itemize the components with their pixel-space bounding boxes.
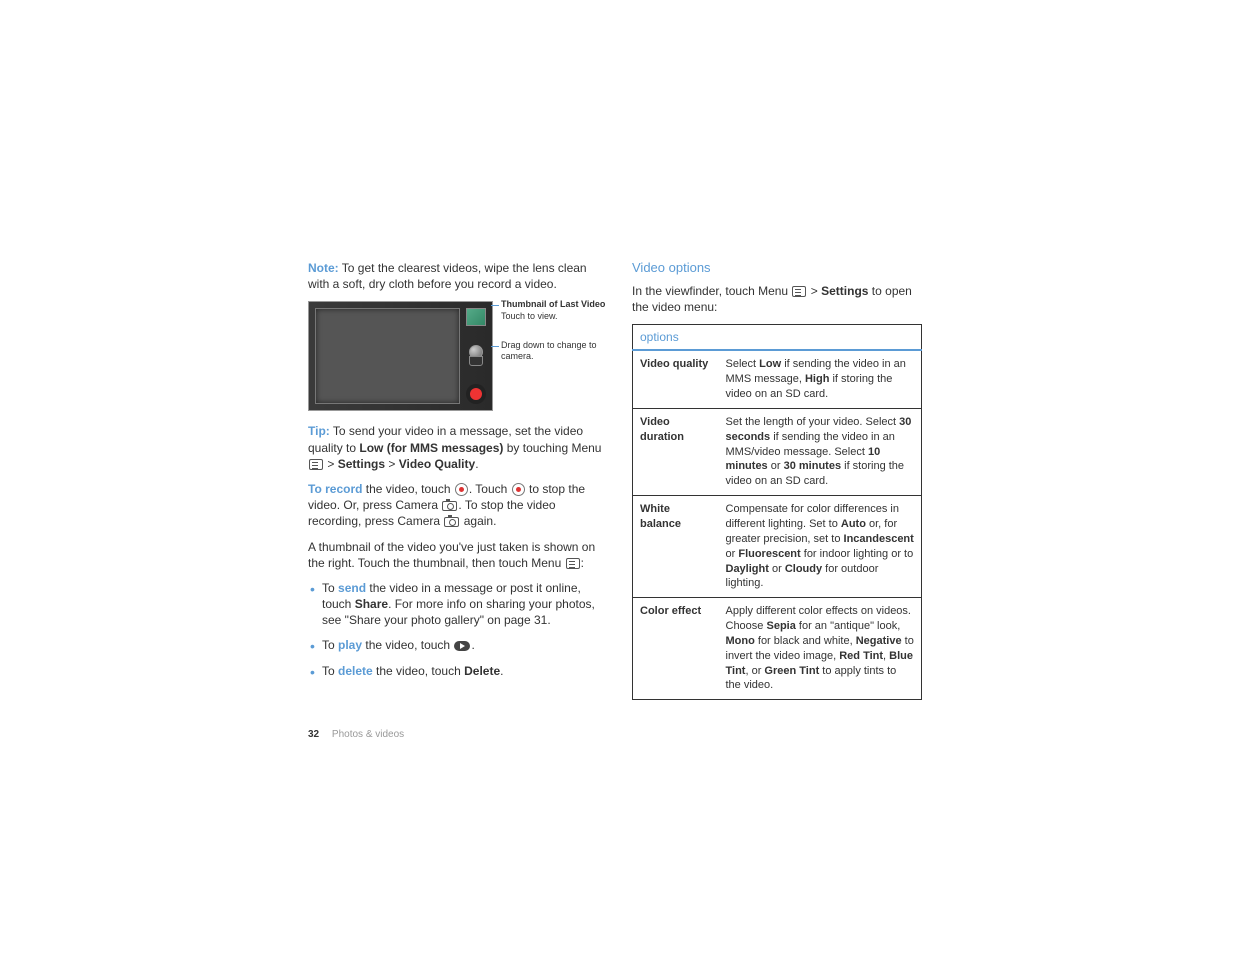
callout-thumbnail-title: Thumbnail of Last Video <box>501 299 605 309</box>
camera-icon <box>444 517 459 527</box>
table-row: Video quality Select Low if sending the … <box>633 350 922 408</box>
menu-icon <box>566 558 580 569</box>
record-paragraph: To record the video, touch . Touch to st… <box>308 481 608 530</box>
menu-icon <box>792 286 806 297</box>
play-icon <box>454 641 470 651</box>
page-footer: 32 Photos & videos <box>308 729 404 740</box>
viewfinder-figure: Thumbnail of Last Video Touch to view. D… <box>308 301 608 411</box>
thumbnail-paragraph: A thumbnail of the video you've just tak… <box>308 539 608 571</box>
menu-icon <box>309 459 323 470</box>
callout-slider: Drag down to change to camera. <box>501 340 597 361</box>
option-name: Color effect <box>633 598 719 700</box>
note-text: To get the clearest videos, wipe the len… <box>308 261 587 291</box>
note-paragraph: Note: To get the clearest videos, wipe t… <box>308 260 608 292</box>
record-button[interactable] <box>466 384 486 404</box>
right-column: Video options In the viewfinder, touch M… <box>632 260 922 700</box>
last-video-thumbnail[interactable] <box>466 308 486 326</box>
left-column: Note: To get the clearest videos, wipe t… <box>308 260 608 700</box>
table-row: Color effect Apply different color effec… <box>633 598 922 700</box>
camera-icon <box>442 501 457 511</box>
option-desc: Apply different color effects on videos.… <box>719 598 922 700</box>
phone-frame <box>308 301 493 411</box>
viewfinder-controls <box>460 308 486 404</box>
tip-label: Tip: <box>308 424 330 438</box>
slider-base-icon <box>469 356 483 366</box>
intro-paragraph: In the viewfinder, touch Menu > Settings… <box>632 283 922 315</box>
figure-callouts: Thumbnail of Last Video Touch to view. D… <box>501 301 608 372</box>
mode-slider[interactable] <box>469 345 483 366</box>
section-name: Photos & videos <box>332 729 404 740</box>
list-item: To send the video in a message or post i… <box>308 580 608 629</box>
option-desc: Select Low if sending the video in an MM… <box>719 350 922 408</box>
table-row: Video duration Set the length of your vi… <box>633 408 922 495</box>
list-item: To delete the video, touch Delete. <box>308 663 608 679</box>
callout-thumbnail-sub: Touch to view. <box>501 311 558 321</box>
options-header: options <box>633 325 922 351</box>
record-label: To record <box>308 482 362 496</box>
record-icon <box>455 483 468 496</box>
page-number: 32 <box>308 729 319 740</box>
options-table: options Video quality Select Low if send… <box>632 324 922 700</box>
viewfinder <box>315 308 460 404</box>
section-heading: Video options <box>632 260 922 275</box>
record-icon <box>512 483 525 496</box>
option-name: White balance <box>633 496 719 598</box>
option-name: Video duration <box>633 408 719 495</box>
tip-paragraph: Tip: To send your video in a message, se… <box>308 423 608 472</box>
option-name: Video quality <box>633 350 719 408</box>
note-label: Note: <box>308 261 339 275</box>
action-list: To send the video in a message or post i… <box>308 580 608 679</box>
option-desc: Set the length of your video. Select 30 … <box>719 408 922 495</box>
option-desc: Compensate for color differences in diff… <box>719 496 922 598</box>
table-row: White balance Compensate for color diffe… <box>633 496 922 598</box>
list-item: To play the video, touch . <box>308 637 608 653</box>
